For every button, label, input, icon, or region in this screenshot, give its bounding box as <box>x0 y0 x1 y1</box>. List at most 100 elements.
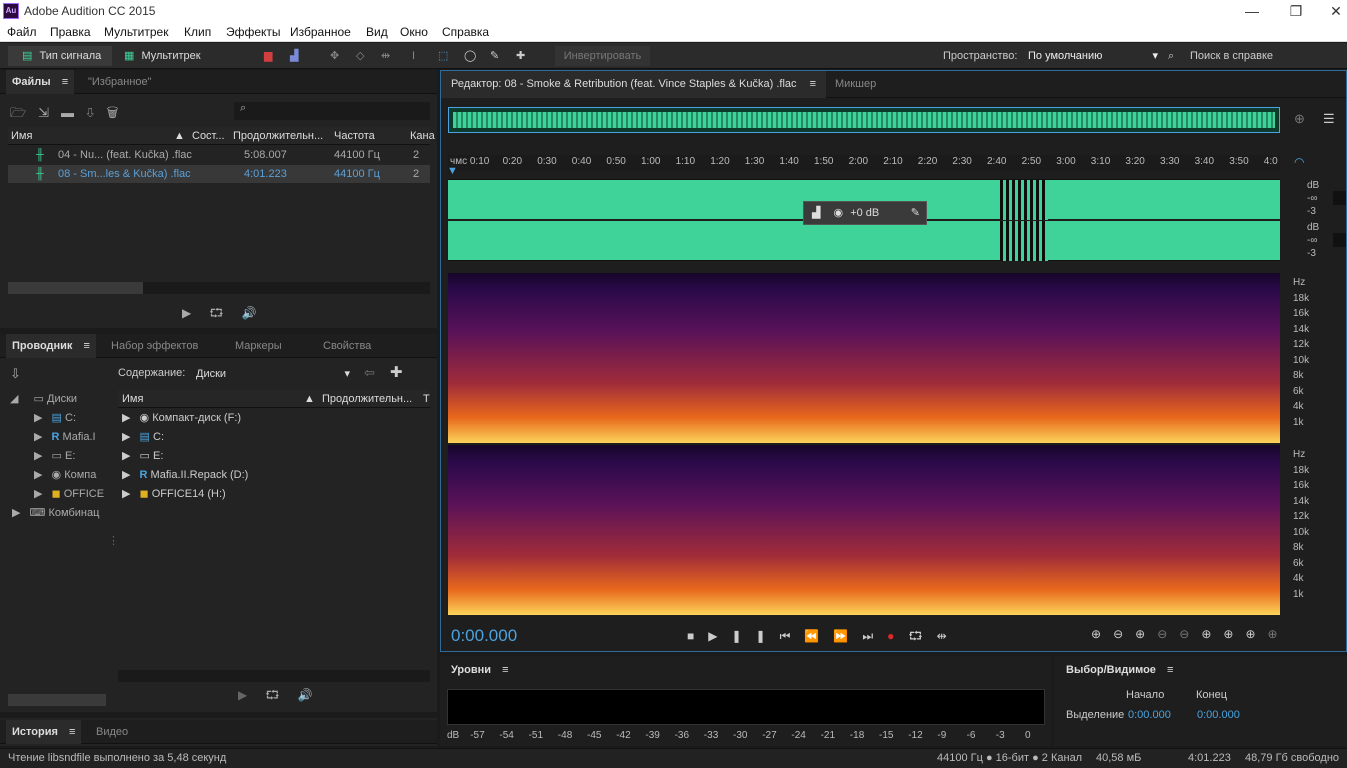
play-icon[interactable]: ▶ <box>182 306 209 320</box>
channel-toggle-left[interactable] <box>1333 191 1346 205</box>
zoom-selection-icon[interactable]: ⊕ <box>1294 111 1305 127</box>
tab-editor[interactable]: Редактор: 08 - Smoke & Retribution (feat… <box>441 71 826 98</box>
play-icon[interactable]: ▶ <box>708 629 731 643</box>
panel-menu-icon[interactable]: ≡ <box>84 340 90 352</box>
multitrack-mode-button[interactable]: ▦ Мультитрек <box>124 46 224 66</box>
go-to-start-icon[interactable]: ⏮ <box>780 629 805 643</box>
open-file-icon[interactable]: 🗁 <box>10 105 38 120</box>
tab-explorer[interactable]: Проводник ≡ <box>6 334 96 358</box>
go-to-end-icon[interactable]: ⏭ <box>862 629 887 643</box>
menu-clip[interactable]: Клип <box>184 25 211 39</box>
tab-files[interactable]: Файлы ≡ <box>6 70 75 94</box>
menu-multitrack[interactable]: Мультитрек <box>104 25 168 39</box>
overview-navigator[interactable] <box>448 107 1280 133</box>
tree-item[interactable]: ▶ ▤ C: <box>34 409 76 427</box>
slip-tool-icon[interactable]: ⇹ <box>381 46 390 66</box>
tree-item[interactable]: ▶ ⌨ Комбинац <box>12 504 99 522</box>
files-scrollbar[interactable] <box>8 282 430 294</box>
col-duration[interactable]: Продолжительн... <box>233 127 323 145</box>
workspace-select[interactable]: По умолчанию ▾ <box>1028 46 1160 66</box>
col-type[interactable]: Т <box>423 390 430 408</box>
time-select-tool-icon[interactable]: I <box>412 46 415 66</box>
tab-favorites[interactable]: "Избранное" <box>88 70 152 94</box>
fast-forward-icon[interactable]: ⏩ <box>833 629 862 643</box>
explorer-add-icon[interactable]: ⇩ <box>10 366 21 382</box>
tab-markers[interactable]: Маркеры <box>235 334 282 358</box>
autoplay-icon[interactable]: 🔊 <box>297 688 330 702</box>
help-search-input[interactable]: Поиск в справке <box>1190 46 1340 66</box>
zoom-out-full-icon[interactable]: ⊖ <box>1179 627 1201 641</box>
skip-selection-icon[interactable]: ⇹ <box>937 629 961 643</box>
save-icon[interactable]: ▬ <box>61 105 86 120</box>
zoom-out-point-icon[interactable]: ⊕ <box>1223 627 1245 641</box>
zoom-selection-icon[interactable]: ⊕ <box>1245 627 1267 641</box>
current-time[interactable]: 0:00.000 <box>451 626 517 646</box>
tab-mixer[interactable]: Микшер <box>835 71 876 98</box>
zoom-in-amplitude-icon[interactable]: ⊕ <box>1091 627 1113 641</box>
time-ruler[interactable]: чмс 0:10 0:20 0:30 0:40 0:50 1:00 1:10 1:20 1:30… <box>448 155 1280 171</box>
list-item[interactable]: ▶ R Mafia.II.Repack (D:) <box>122 466 428 484</box>
loop-icon[interactable]: ⮔ <box>908 629 936 643</box>
panel-menu-icon[interactable]: ≡ <box>1167 664 1173 676</box>
close-icon[interactable]: ✕ <box>1325 2 1347 20</box>
snap-icon[interactable]: ◠ <box>1294 155 1304 169</box>
loop-icon[interactable]: ⮔ <box>265 688 297 702</box>
selection-end-value[interactable]: 0:00.000 <box>1197 709 1240 721</box>
panel-menu-icon[interactable]: ≡ <box>502 664 508 676</box>
channel-toggle-right[interactable] <box>1333 233 1346 247</box>
gain-knob-icon[interactable]: ◉ <box>834 207 844 219</box>
tab-properties[interactable]: Свойства <box>323 334 371 358</box>
content-select[interactable]: Диски ▾ <box>196 365 352 383</box>
zoom-out-amplitude-icon[interactable]: ⊖ <box>1113 627 1135 641</box>
menu-edit[interactable]: Правка <box>50 25 91 39</box>
pitch-view-icon[interactable]: ▟ <box>290 46 298 66</box>
panel-list-icon[interactable]: ☰ <box>1323 111 1335 127</box>
import-icon[interactable]: ⇲ <box>38 105 61 120</box>
tree-item[interactable]: ◢ ▭ Диски <box>10 390 77 408</box>
tab-video[interactable]: Видео <box>96 720 128 744</box>
maximize-icon[interactable]: ❐ <box>1281 2 1311 20</box>
spectrogram-right[interactable] <box>448 445 1280 615</box>
stop-icon[interactable]: ■ <box>687 629 708 643</box>
back-icon[interactable]: ⇦ <box>364 365 375 381</box>
rewind-icon[interactable]: ⏪ <box>804 629 833 643</box>
waveform-right[interactable] <box>448 221 1280 261</box>
pin-icon[interactable]: ✎ <box>911 202 920 224</box>
record-icon[interactable]: ● <box>887 629 908 643</box>
menu-effects[interactable]: Эффекты <box>226 25 281 39</box>
zoom-in-time-icon[interactable]: ⊕ <box>1135 627 1157 641</box>
col-name[interactable]: Имя <box>11 127 32 145</box>
panel-menu-icon[interactable]: ≡ <box>69 726 75 738</box>
list-item[interactable]: ▶ ▤ C: <box>122 428 428 446</box>
panel-menu-icon[interactable]: ≡ <box>62 76 68 88</box>
menu-file[interactable]: Файл <box>7 25 37 39</box>
col-name[interactable]: Имя <box>122 390 143 408</box>
selection-start-value[interactable]: 0:00.000 <box>1128 709 1171 721</box>
splitter-handle[interactable]: ⋮ <box>108 534 119 547</box>
hud-gain[interactable]: ▟ ◉ +0 dB ✎ <box>803 201 927 225</box>
marquee-tool-icon[interactable]: ⬚ <box>438 46 448 66</box>
move-tool-icon[interactable]: ✥ <box>330 46 339 66</box>
minimize-icon[interactable]: — <box>1237 2 1267 20</box>
tree-item[interactable]: ▶ ◼ OFFICE <box>34 485 104 503</box>
menu-view[interactable]: Вид <box>366 25 388 39</box>
list-scrollbar[interactable] <box>118 670 430 682</box>
autoplay-icon[interactable]: 🔊 <box>241 306 274 320</box>
tab-effects-rack[interactable]: Набор эффектов <box>111 334 198 358</box>
pause-icon[interactable]: ❚❚ <box>731 629 779 643</box>
add-favorite-icon[interactable]: ✚ <box>390 363 403 381</box>
play-icon[interactable]: ▶ <box>238 688 265 702</box>
file-row[interactable]: ╫ 04 - Nu... (feat. Kučka) .flac 5:08.00… <box>8 146 430 164</box>
list-item[interactable]: ▶ ◉ Компакт-диск (F:) <box>122 409 428 427</box>
waveform-mode-button[interactable]: ▤ Тип сигнала <box>8 46 112 66</box>
tab-history[interactable]: История ≡ <box>6 720 82 744</box>
spectrogram-left[interactable] <box>448 273 1280 443</box>
col-duration[interactable]: Продолжительн... <box>322 390 412 408</box>
delete-icon[interactable]: 🗑 <box>107 105 131 120</box>
insert-icon[interactable]: ⇩ <box>86 105 107 120</box>
menu-favorites[interactable]: Избранное <box>290 25 351 39</box>
tree-item[interactable]: ▶ ◉ Компа <box>34 466 96 484</box>
loop-icon[interactable]: ⮔ <box>209 306 241 320</box>
zoom-out-time-icon[interactable]: ⊖ <box>1157 627 1179 641</box>
tree-scrollbar[interactable] <box>8 694 106 706</box>
